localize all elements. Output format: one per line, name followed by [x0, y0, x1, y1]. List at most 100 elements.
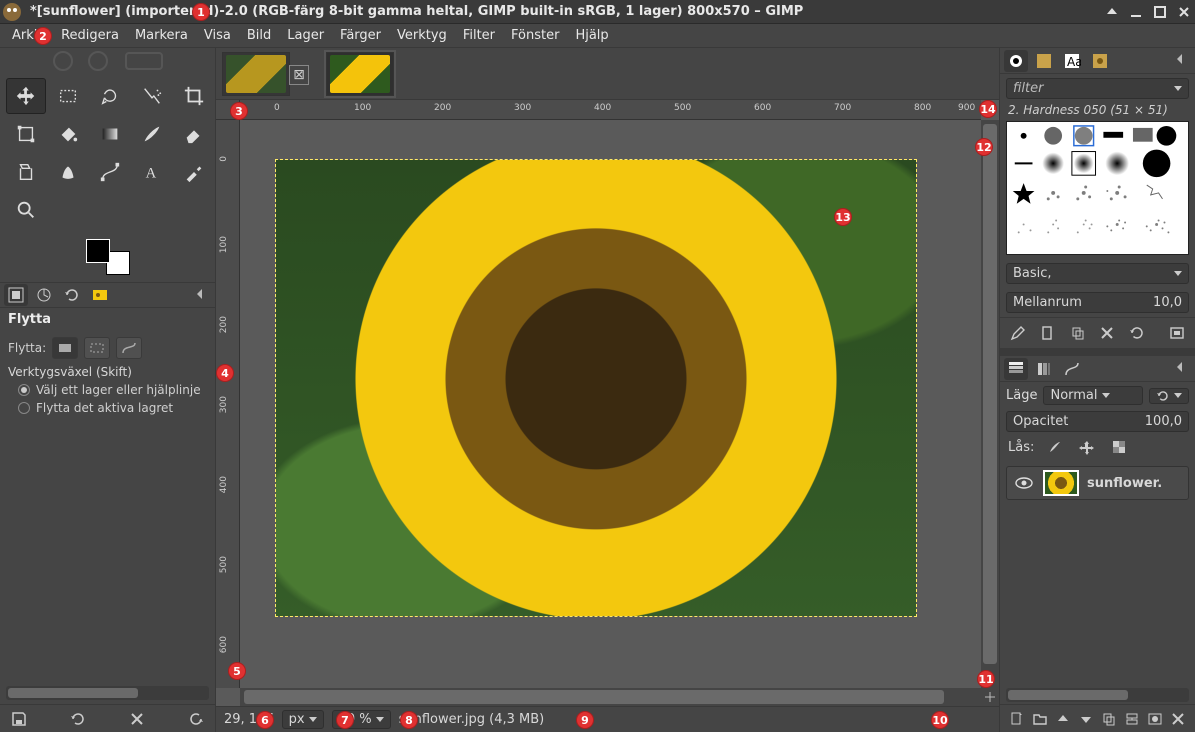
- radio-move-active[interactable]: Flytta det aktiva lagret: [18, 401, 207, 415]
- radio-pick-layer[interactable]: Välj ett lager eller hjälplinje: [18, 383, 207, 397]
- tool-paintbrush[interactable]: [132, 116, 172, 152]
- fg-color-swatch[interactable]: [86, 239, 110, 263]
- tool-color-picker[interactable]: [174, 154, 214, 190]
- tool-eraser[interactable]: [174, 116, 214, 152]
- layers-dock-menu-icon[interactable]: [1175, 360, 1191, 376]
- tool-smudge[interactable]: [48, 154, 88, 190]
- layer-mode-switch[interactable]: [1149, 388, 1189, 404]
- layer-mode-dropdown[interactable]: Normal: [1043, 386, 1143, 405]
- move-target-path[interactable]: [116, 337, 142, 359]
- tool-rect-select[interactable]: [48, 78, 88, 114]
- layer-delete-icon[interactable]: [1167, 708, 1189, 730]
- lock-pixels-icon[interactable]: [1044, 436, 1066, 458]
- tool-clone[interactable]: [6, 154, 46, 190]
- layer-up-icon[interactable]: [1052, 708, 1074, 730]
- menu-markera[interactable]: Markera: [127, 25, 196, 46]
- right-top-dock-menu-icon[interactable]: [1175, 52, 1191, 68]
- canvas-image[interactable]: [276, 160, 916, 616]
- tab-history[interactable]: [1088, 50, 1112, 72]
- color-swatch[interactable]: [0, 232, 215, 282]
- image-tab-1[interactable]: ⊠: [222, 52, 290, 96]
- move-target-selection[interactable]: [84, 337, 110, 359]
- brush-new-icon[interactable]: [1038, 322, 1058, 344]
- ruler-horizontal[interactable]: 0 100 200 300 400 500 600 700 800 900: [240, 100, 981, 120]
- tool-paths[interactable]: [90, 154, 130, 190]
- tab-paths[interactable]: [1060, 358, 1084, 380]
- layer-merge-icon[interactable]: [1121, 708, 1143, 730]
- tab-brushes[interactable]: [1004, 50, 1028, 72]
- lock-position-icon[interactable]: [1076, 436, 1098, 458]
- tool-options-restore-icon[interactable]: [67, 708, 89, 730]
- menu-visa[interactable]: Visa: [196, 25, 239, 46]
- layer-mask-icon[interactable]: [1144, 708, 1166, 730]
- brush-filter-input[interactable]: filter: [1006, 78, 1189, 99]
- brush-duplicate-icon[interactable]: [1068, 322, 1088, 344]
- ruler-vertical[interactable]: 0 100 200 300 400 500 600: [216, 120, 240, 688]
- tab-fonts[interactable]: Aa: [1060, 50, 1084, 72]
- tool-options-reset-icon[interactable]: [185, 708, 207, 730]
- menu-fonster[interactable]: Fönster: [503, 25, 567, 46]
- ruler-h-label: 300: [514, 103, 531, 113]
- brush-grid[interactable]: [1006, 121, 1189, 255]
- menu-redigera[interactable]: Redigera: [53, 25, 127, 46]
- tool-options-save-icon[interactable]: [8, 708, 30, 730]
- tool-bucket-fill[interactable]: [48, 116, 88, 152]
- layer-row[interactable]: sunflower.: [1006, 466, 1189, 500]
- tool-text[interactable]: A: [132, 154, 172, 190]
- layer-new-icon[interactable]: [1006, 708, 1028, 730]
- tab-images[interactable]: [88, 284, 112, 306]
- menu-lager[interactable]: Lager: [279, 25, 332, 46]
- window-maximize-icon[interactable]: [1153, 5, 1167, 19]
- tab-tool-options[interactable]: [4, 284, 28, 306]
- canvas-hscrollbar[interactable]: [240, 688, 981, 706]
- layer-opacity-row[interactable]: Opacitet 100,0: [1006, 411, 1189, 432]
- brush-open-as-image-icon[interactable]: [1167, 322, 1187, 344]
- tool-gradient[interactable]: [90, 116, 130, 152]
- status-unit-dropdown[interactable]: px: [282, 710, 324, 729]
- layer-name[interactable]: sunflower.: [1087, 476, 1162, 491]
- window-minimize-icon[interactable]: [1129, 5, 1143, 19]
- tool-fuzzy-select[interactable]: [132, 78, 172, 114]
- menu-farger[interactable]: Färger: [332, 25, 389, 46]
- chevron-down-icon: [309, 717, 317, 722]
- ruler-h-label: 900: [958, 103, 975, 113]
- ruler-v-label: 200: [219, 316, 229, 333]
- image-tab-1-close-icon[interactable]: ⊠: [289, 65, 309, 85]
- layer-visibility-eye-icon[interactable]: [1013, 472, 1035, 494]
- tool-free-select[interactable]: [90, 78, 130, 114]
- window-roll-up-icon[interactable]: [1105, 5, 1119, 19]
- left-dock-hscroll[interactable]: [6, 686, 209, 700]
- canvas-nav-corner[interactable]: [981, 688, 999, 706]
- lock-alpha-icon[interactable]: [1108, 436, 1130, 458]
- left-dock-menu-icon[interactable]: [195, 287, 211, 303]
- menu-hjalp[interactable]: Hjälp: [567, 25, 616, 46]
- tab-layers[interactable]: [1004, 358, 1028, 380]
- tab-undo-history[interactable]: [60, 284, 84, 306]
- window-close-icon[interactable]: [1177, 5, 1191, 19]
- layer-down-icon[interactable]: [1075, 708, 1097, 730]
- layer-duplicate-icon[interactable]: [1098, 708, 1120, 730]
- tool-unified-transform[interactable]: [6, 116, 46, 152]
- tab-channels[interactable]: [1032, 358, 1056, 380]
- layer-group-icon[interactable]: [1029, 708, 1051, 730]
- brush-spacing-row[interactable]: Mellanrum 10,0: [1006, 292, 1189, 313]
- canvas-viewport[interactable]: [240, 120, 981, 688]
- brush-edit-icon[interactable]: [1008, 322, 1028, 344]
- brush-preset-select[interactable]: Basic,: [1006, 263, 1189, 284]
- menu-bild[interactable]: Bild: [239, 25, 279, 46]
- brush-delete-icon[interactable]: [1097, 322, 1117, 344]
- tool-options-delete-icon[interactable]: [126, 708, 148, 730]
- image-tab-2-active[interactable]: [326, 52, 394, 96]
- move-target-layer[interactable]: [52, 337, 78, 359]
- tab-device-status[interactable]: [32, 284, 56, 306]
- brush-refresh-icon[interactable]: [1127, 322, 1147, 344]
- layers-hscroll[interactable]: [1006, 688, 1189, 702]
- tool-crop[interactable]: [174, 78, 214, 114]
- canvas-vscrollbar[interactable]: [981, 120, 999, 688]
- tool-move[interactable]: [6, 78, 46, 114]
- tab-patterns[interactable]: [1032, 50, 1056, 72]
- tool-zoom[interactable]: [6, 192, 46, 228]
- callout-13: 13: [834, 208, 852, 226]
- menu-filter[interactable]: Filter: [455, 25, 503, 46]
- menu-verktyg[interactable]: Verktyg: [389, 25, 455, 46]
